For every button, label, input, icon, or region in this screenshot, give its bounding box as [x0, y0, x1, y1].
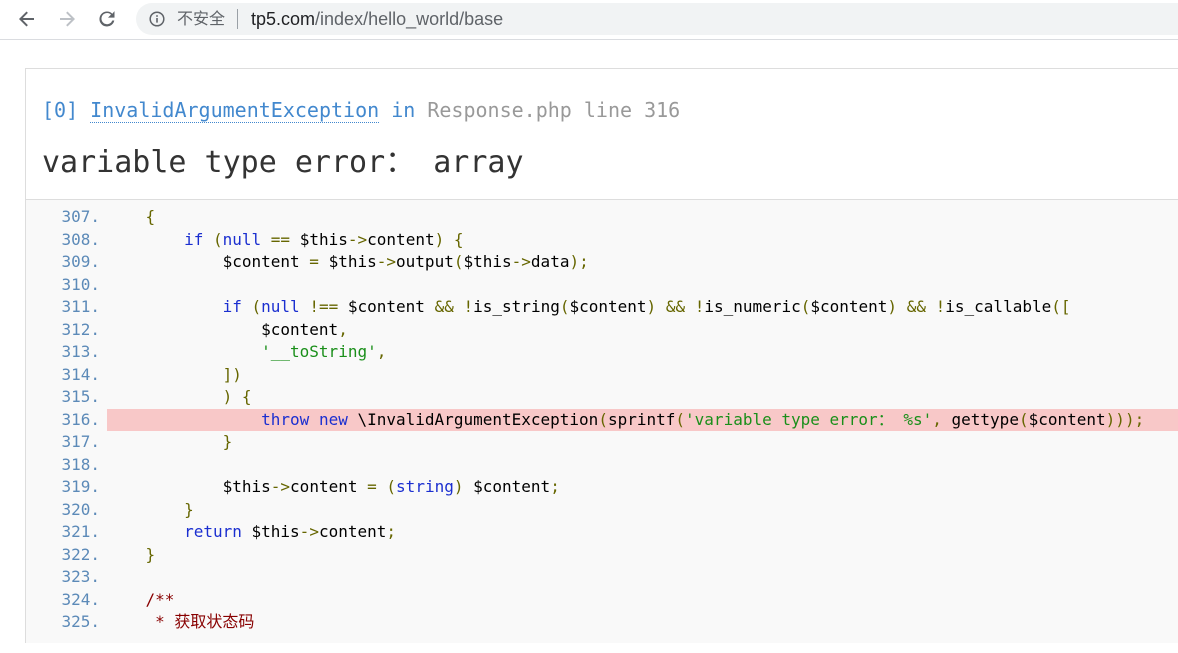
- code-line: 318. ​: [26, 454, 1178, 477]
- exception-file: Response.php: [427, 98, 572, 122]
- code-line: 319. $this->content = (string) $content;: [26, 476, 1178, 499]
- line-number: 320.: [61, 499, 100, 519]
- line-number: 316.: [61, 409, 100, 429]
- code-line: 320. }: [26, 499, 1178, 522]
- code-text: ​: [107, 454, 1178, 477]
- code-text: if (null == $this->content) {: [184, 229, 464, 249]
- code-text: }: [184, 499, 194, 519]
- address-bar[interactable]: 不安全 tp5.com/index/hello_world/base: [136, 3, 1178, 35]
- code-line: 310. ​: [26, 274, 1178, 297]
- line-number: 321.: [61, 522, 100, 541]
- exception-index: [0]: [42, 98, 79, 122]
- code-line: 324. /**: [26, 589, 1178, 612]
- line-number: 319.: [61, 477, 100, 496]
- line-number: 322.: [61, 544, 100, 564]
- code-line: 315. ) {: [26, 386, 1178, 409]
- line-number: 309.: [61, 252, 100, 271]
- code-text: $content,: [261, 319, 348, 339]
- arrow-left-icon: [19, 11, 34, 27]
- url-text[interactable]: tp5.com/index/hello_world/base: [251, 9, 503, 29]
- line-number: 314.: [61, 364, 100, 384]
- line-number: 310.: [61, 274, 100, 294]
- code-text: {: [145, 207, 156, 226]
- exception-line: line 316: [583, 98, 681, 122]
- code-line: 325. * 获取状态码: [26, 611, 1178, 634]
- error-message-title: variable type error： array: [42, 145, 524, 180]
- line-number: 324.: [61, 589, 100, 609]
- code-text: if (null !== $content && !is_string($con…: [222, 297, 1071, 316]
- arrow-right-icon: [60, 11, 75, 27]
- code-line: 307. {: [26, 206, 1178, 229]
- code-text: throw new \InvalidArgumentException(spri…: [107, 408, 1178, 431]
- exception-message: [0] InvalidArgumentException in Response…: [26, 69, 1178, 199]
- code-line: 322. }: [26, 544, 1178, 567]
- code-text: ​: [107, 566, 1178, 589]
- info-circle-icon[interactable]: [149, 11, 165, 27]
- line-number: 323.: [61, 567, 100, 586]
- url-path: /index/hello_world/base: [315, 9, 504, 29]
- source-code-view: 307. {308. if (null == $this->content) {…: [26, 199, 1178, 643]
- exception-panel: [0] InvalidArgumentException in Response…: [25, 68, 1178, 643]
- code-text: }: [222, 432, 233, 451]
- line-number: 325.: [61, 612, 100, 631]
- exception-in-word: in: [391, 98, 416, 122]
- code-line: 309. $content = $this->output($this->dat…: [26, 251, 1178, 274]
- code-line: 312. $content,: [26, 319, 1178, 342]
- code-text: }: [145, 544, 156, 564]
- forward-button[interactable]: [53, 5, 81, 33]
- code-text: * 获取状态码: [107, 612, 255, 631]
- code-text: ​: [107, 274, 1178, 297]
- code-line: 311. if (null !== $content && !is_string…: [26, 296, 1178, 319]
- code-text: $content = $this->output($this->data);: [222, 252, 589, 271]
- code-line: 323. ​: [26, 566, 1178, 589]
- exception-info: [0] InvalidArgumentException in Response…: [42, 98, 681, 123]
- browser-toolbar: 不安全 tp5.com/index/hello_world/base: [0, 0, 1178, 40]
- reload-icon: [99, 11, 115, 27]
- code-line: 313. '__toString',: [26, 341, 1178, 364]
- code-text: return $this->content;: [184, 522, 397, 541]
- code-text: '__toString',: [261, 342, 387, 361]
- code-line-highlighted: 316. throw new \InvalidArgumentException…: [26, 408, 1178, 431]
- url-host: tp5.com: [251, 9, 316, 29]
- code-text: $this->content = (string) $content;: [222, 477, 560, 496]
- code-line: 314. ]): [26, 364, 1178, 387]
- line-number: 315.: [61, 387, 100, 406]
- reload-button[interactable]: [93, 5, 121, 33]
- code-line: 308. if (null == $this->content) {: [26, 229, 1178, 252]
- code-text: ) {: [222, 387, 252, 406]
- exception-class-link[interactable]: InvalidArgumentException: [90, 98, 380, 123]
- line-number: 317.: [61, 432, 100, 451]
- back-button[interactable]: [13, 5, 41, 33]
- code-text: /**: [107, 589, 175, 609]
- security-label[interactable]: 不安全: [177, 10, 225, 28]
- code-text: ]): [222, 364, 242, 384]
- code-line: 317. }: [26, 431, 1178, 454]
- line-number: 313.: [61, 342, 100, 361]
- line-number: 308.: [61, 229, 100, 249]
- line-number: 312.: [61, 319, 100, 339]
- line-number: 318.: [61, 454, 100, 474]
- omnibox-divider: [237, 9, 238, 29]
- line-number: 311.: [61, 297, 100, 316]
- code-line: 321. return $this->content;: [26, 521, 1178, 544]
- line-number: 307.: [61, 207, 100, 226]
